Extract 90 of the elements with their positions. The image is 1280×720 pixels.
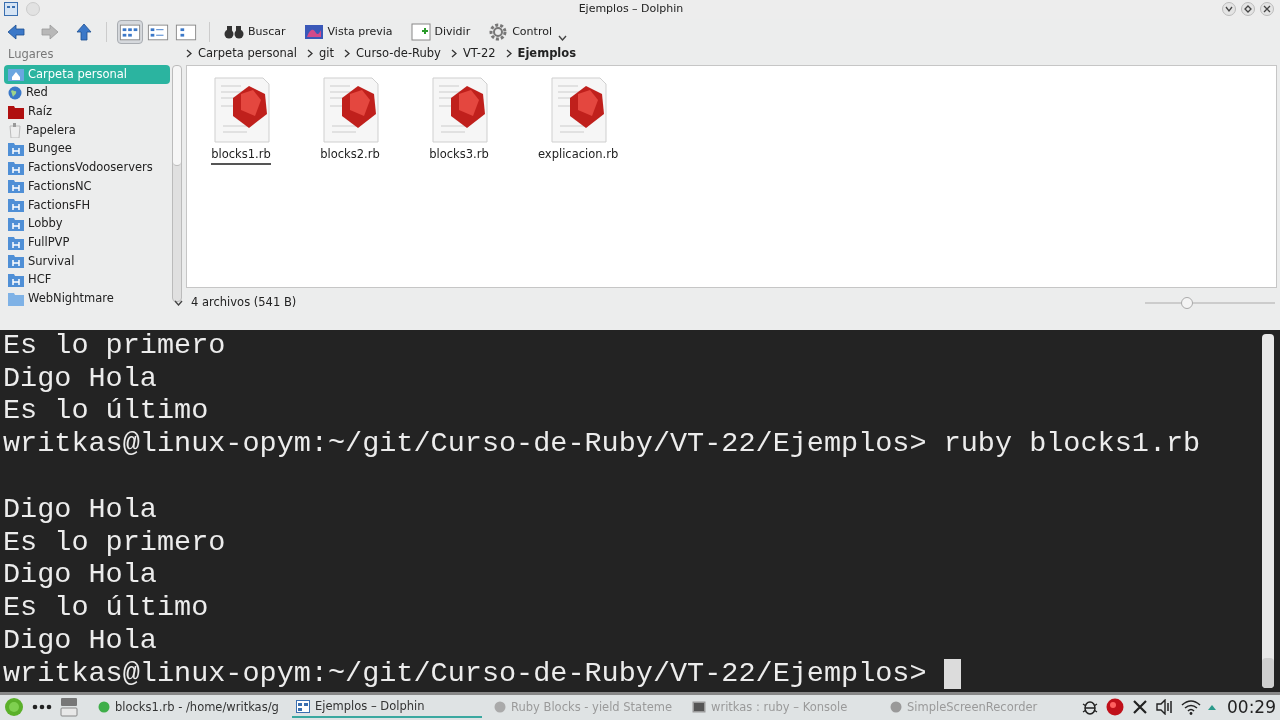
close-icon [1263, 5, 1271, 14]
terminal-line: writkas@linux-opym:~/git/Curso-de-Ruby/VT-22/Ejemplos> ruby blocks1.rb [3, 428, 1201, 461]
ruby-file-icon [429, 75, 489, 144]
file-name: blocks1.rb [211, 145, 271, 166]
breadcrumb-item[interactable]: Carpeta personal [196, 45, 300, 63]
clock: 00:29 [1227, 695, 1276, 719]
panel-title: Lugares [7, 46, 55, 64]
toolbar-button[interactable]: Vista previa [299, 19, 397, 44]
chevron-icon [186, 49, 192, 59]
place-item[interactable]: FullPVP [4, 233, 170, 252]
place-item[interactable]: Papelera [4, 121, 170, 140]
home-folder-icon [8, 67, 24, 82]
breadcrumb-item[interactable]: VT-22 [460, 45, 498, 63]
toolbar-button[interactable]: Dividir [406, 19, 475, 44]
more-chevron-icon[interactable] [557, 34, 567, 41]
terminal-line: Es lo último [3, 395, 209, 429]
file-name: explicacion.rb [538, 145, 619, 163]
terminal-line: Digo Hola [3, 559, 157, 593]
app-dot-icon [98, 701, 110, 714]
toolbar-button[interactable]: Control [484, 19, 556, 44]
network-folder-icon [8, 142, 24, 157]
place-item[interactable]: Raíz [4, 102, 170, 122]
maximize-button[interactable] [1241, 2, 1255, 17]
terminal-line: Es lo último [3, 592, 209, 625]
split-view-icon [410, 22, 431, 41]
file-name: blocks2.rb [320, 145, 380, 163]
file-manager-icon [296, 699, 310, 713]
chevron-icon [505, 49, 512, 59]
place-item[interactable]: Red [4, 83, 170, 103]
network-folder-icon [8, 272, 24, 287]
place-item[interactable]: Lobby [4, 214, 170, 234]
expand-tray-icon[interactable] [1208, 704, 1216, 711]
ruby-file-icon [548, 75, 609, 144]
terminal-line: Digo Hola [3, 493, 157, 527]
wifi-icon[interactable] [1181, 699, 1201, 716]
place-item[interactable]: FactionsFH [4, 195, 170, 215]
place-item[interactable]: HCF [4, 270, 170, 290]
ruby-file-icon [320, 75, 380, 144]
diamond-icon [1244, 5, 1252, 14]
chevron-icon [307, 49, 314, 59]
taskbar-item[interactable]: Ejemplos – Dolphin [292, 696, 482, 719]
terminal-line: writkas@linux-opym:~/git/Curso-de-Ruby/VT-22/Ejemplos> [3, 657, 928, 691]
place-item[interactable]: WebNightmare [4, 289, 170, 308]
window-title: Ejemplos – Dolphin [577, 1, 685, 18]
place-item[interactable]: Bungee [4, 139, 170, 159]
terminal-line: Es lo primero [3, 526, 226, 560]
view-mode-button[interactable] [117, 19, 143, 44]
ruby-file-icon [211, 75, 271, 144]
file-item[interactable]: blocks2.rb [320, 75, 380, 164]
terminal-line: Es lo primero [3, 329, 226, 363]
gear-icon [488, 21, 509, 42]
taskbar-item[interactable]: blocks1.rb - /home/writkas/g [94, 696, 284, 719]
app-icon [4, 2, 18, 17]
file-item[interactable]: explicacion.rb [538, 75, 619, 164]
network-folder-icon [8, 179, 24, 194]
file-item[interactable]: blocks3.rb [429, 75, 489, 164]
breadcrumb-item[interactable]: Ejemplos [515, 45, 579, 63]
status-text: 4 archivos (541 B) [191, 294, 297, 312]
zoom-slider[interactable] [1145, 296, 1275, 309]
network-folder-icon [8, 198, 24, 213]
folder-icon [8, 291, 24, 306]
image-icon [303, 23, 324, 40]
more-dots-icon[interactable] [32, 703, 52, 712]
place-item[interactable]: FactionsNC [4, 177, 170, 196]
place-item[interactable]: FactionsVodooservers [4, 158, 170, 178]
breadcrumb-item[interactable]: git [317, 45, 337, 63]
place-item[interactable]: Survival [4, 251, 170, 271]
trash-icon [8, 122, 22, 138]
network-folder-icon [8, 160, 24, 175]
close-button[interactable] [1260, 2, 1274, 17]
network-folder-icon [8, 235, 24, 250]
minimize-button[interactable] [1222, 2, 1236, 17]
chevron-down-icon [1225, 5, 1233, 14]
terminal-icon [692, 701, 706, 714]
toolbar-button[interactable]: Buscar [220, 19, 290, 44]
folder-icon [8, 104, 24, 119]
chevron-icon [450, 49, 457, 59]
network-folder-icon [8, 254, 24, 269]
terminal-line: Digo Hola [3, 624, 157, 658]
file-name: blocks3.rb [429, 145, 489, 163]
scroll-down-icon[interactable] [174, 299, 183, 306]
file-item[interactable]: blocks1.rb [211, 75, 271, 166]
bug-icon[interactable] [1081, 698, 1099, 717]
chevron-icon [344, 49, 351, 59]
binoculars-icon [224, 23, 244, 40]
volume-icon[interactable] [1156, 699, 1174, 716]
network-folder-icon [8, 216, 24, 231]
terminal-line: Digo Hola [3, 362, 157, 396]
breadcrumb-item[interactable]: Curso-de-Ruby [354, 45, 443, 63]
desktop-pager-icon[interactable] [60, 697, 78, 718]
